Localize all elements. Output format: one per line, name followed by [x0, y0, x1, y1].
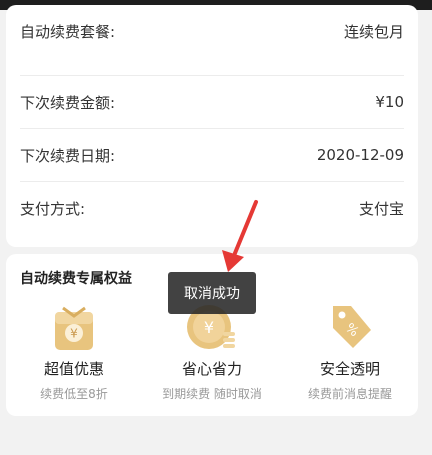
row-plan: 自动续费套餐: 连续包月 — [20, 5, 404, 58]
amount-label: 下次续费金额: — [20, 93, 116, 112]
benefit-item-transparent: % 安全透明 续费前消息提醒 — [282, 300, 418, 402]
benefits-title: 自动续费专属权益 — [20, 271, 132, 287]
svg-text:¥: ¥ — [204, 318, 214, 337]
benefit-desc: 续费低至8折 — [40, 387, 108, 401]
amount-value: ¥10 — [375, 93, 404, 111]
plan-value: 连续包月 — [343, 23, 404, 41]
plan-label: 自动续费套餐: — [20, 23, 116, 41]
benefit-desc: 续费前消息提醒 — [307, 387, 392, 401]
benefit-desc: 到期续费 随时取消 — [162, 387, 262, 401]
benefit-item-convenient: ¥ 省心省力 到期续费 随时取消 — [144, 300, 280, 402]
subscription-info-card: 自动续费套餐: 连续包月 下次续费金额: ¥10 下次续费日期: 2020-12… — [6, 5, 418, 247]
payment-label: 支付方式: — [20, 199, 86, 218]
benefit-name: 安全透明 — [319, 360, 380, 378]
row-payment: 支付方式: 支付宝 — [20, 181, 404, 234]
benefit-item-discount: ¥ 超值优惠 续费低至8折 — [6, 300, 142, 402]
date-label: 下次续费日期: — [20, 146, 116, 165]
row-amount: 下次续费金额: ¥10 — [20, 75, 404, 128]
discount-tag-icon: % — [333, 306, 371, 348]
gift-pack-icon: ¥ — [55, 306, 93, 350]
svg-text:¥: ¥ — [70, 327, 78, 341]
date-value: 2020-12-09 — [316, 146, 404, 164]
toast-message: 取消成功 — [168, 272, 256, 314]
benefit-name: 超值优惠 — [43, 360, 104, 378]
row-date: 下次续费日期: 2020-12-09 — [20, 128, 404, 181]
payment-value: 支付宝 — [358, 199, 404, 218]
benefit-name: 省心省力 — [181, 360, 242, 378]
